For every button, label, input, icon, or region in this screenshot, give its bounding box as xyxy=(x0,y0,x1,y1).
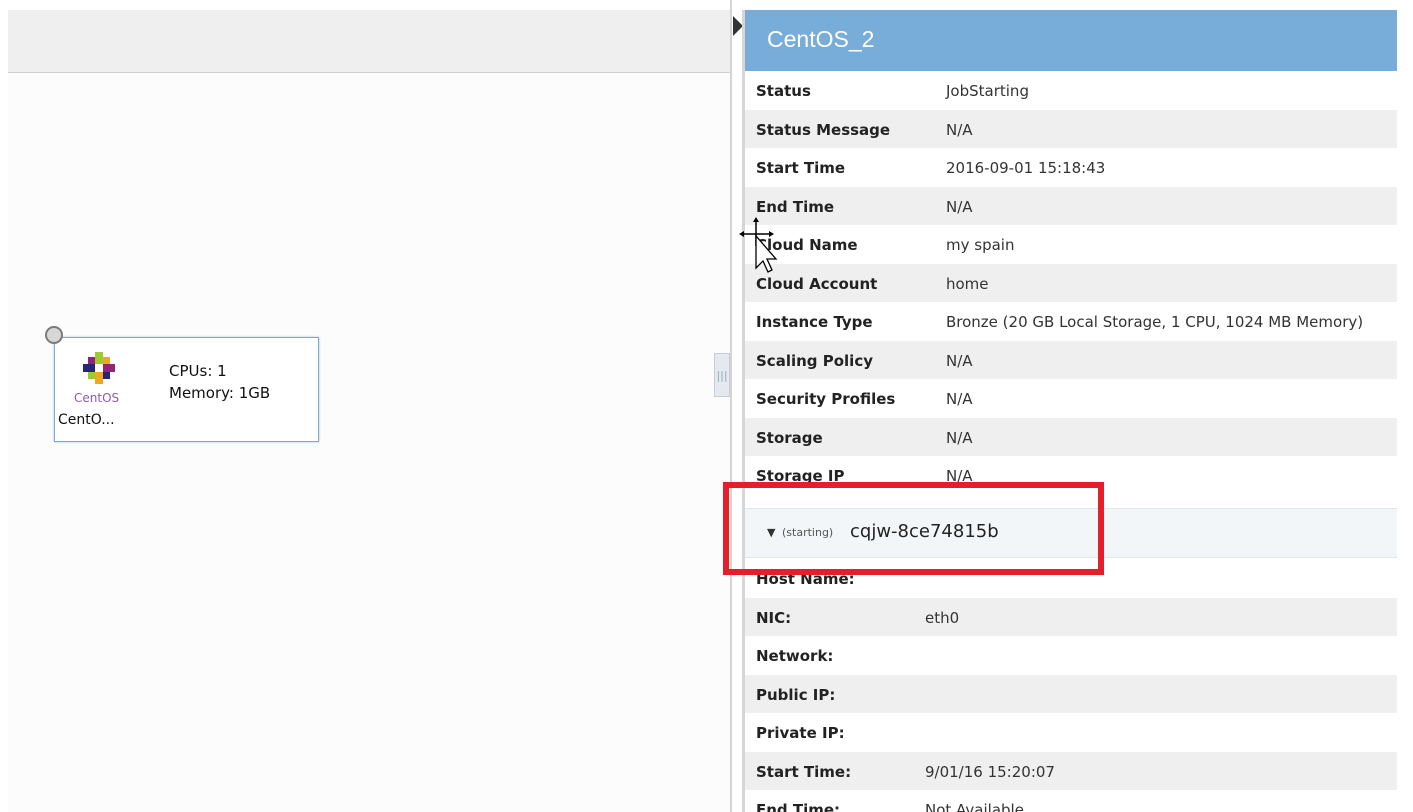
property-row: Cloud Name my spain xyxy=(745,225,1397,264)
details-panel: CentOS_2 Status JobStarting Status Messag… xyxy=(745,10,1397,812)
property-row: End Time N/A xyxy=(745,186,1397,225)
property-label: Network: xyxy=(756,647,834,665)
property-row: Scaling Policy N/A xyxy=(745,340,1397,379)
move-cursor-icon xyxy=(739,217,778,273)
property-label: Start Time: xyxy=(756,762,852,781)
node-memory: Memory: 1GB xyxy=(169,384,271,402)
property-label: Status Message xyxy=(756,120,891,139)
splitter-handle[interactable]: ||| xyxy=(714,353,730,397)
property-label: Status xyxy=(756,82,811,100)
property-value: N/A xyxy=(946,428,973,447)
instance-toggle[interactable]: ▼ (starting) cqjw-8ce74815b xyxy=(745,508,1397,558)
instance-name[interactable]: cqjw-8ce74815b xyxy=(850,521,999,542)
property-label: Private IP: xyxy=(756,724,845,742)
property-value: home xyxy=(946,274,989,293)
instance-property-row: Private IP: xyxy=(745,713,1397,752)
pane-splitter[interactable] xyxy=(730,0,732,812)
property-value: eth0 xyxy=(925,608,960,627)
panel-title: CentOS_2 xyxy=(767,26,875,52)
instance-property-row: Host Name: xyxy=(745,559,1397,598)
property-value: 2016-09-01 15:18:43 xyxy=(946,159,1106,177)
property-value: N/A xyxy=(946,120,973,139)
property-row: Storage IP N/A xyxy=(745,456,1397,495)
property-value: JobStarting xyxy=(946,82,1029,100)
property-label: Storage IP xyxy=(756,467,845,485)
property-label: Security Profiles xyxy=(756,390,896,408)
instance-property-row: Public IP: xyxy=(745,674,1397,713)
node-name: CentO... xyxy=(58,412,115,428)
property-value: Bronze (20 GB Local Storage, 1 CPU, 1024… xyxy=(946,313,1364,331)
property-row: Security Profiles N/A xyxy=(745,379,1397,418)
property-row: Status Message N/A xyxy=(745,109,1397,148)
node-connection-port[interactable] xyxy=(45,326,63,344)
node-cpus: CPUs: 1 xyxy=(169,362,227,380)
topology-canvas-pane: CentOS CentO... CPUs: 1 Memory: 1GB ||| xyxy=(0,0,732,812)
property-label: Scaling Policy xyxy=(756,351,873,370)
property-value: Not Available xyxy=(925,801,1024,812)
property-label: Storage xyxy=(756,428,823,447)
property-row: Status JobStarting xyxy=(745,71,1397,110)
property-value: N/A xyxy=(946,390,973,408)
property-label: End Time: xyxy=(756,801,841,812)
property-value: N/A xyxy=(946,197,973,216)
property-row: Storage N/A xyxy=(745,417,1397,456)
property-value: N/A xyxy=(946,351,973,370)
centos-logo-icon xyxy=(83,352,115,384)
property-label: Public IP: xyxy=(756,685,836,704)
instance-property-row: NIC: eth0 xyxy=(745,597,1397,636)
property-label: Start Time xyxy=(756,159,846,177)
property-value: 9/01/16 15:20:07 xyxy=(925,762,1055,781)
canvas-area[interactable] xyxy=(8,73,730,812)
property-row: Start Time 2016-09-01 15:18:43 xyxy=(745,148,1397,187)
property-value: my spain xyxy=(946,236,1015,254)
property-label: End Time xyxy=(756,197,835,216)
caret-down-icon[interactable]: ▼ xyxy=(767,526,775,539)
properties-table: Status JobStarting Status Message N/A Star… xyxy=(745,71,1397,495)
property-value: N/A xyxy=(946,467,973,485)
instance-property-row: Start Time: 9/01/16 15:20:07 xyxy=(745,751,1397,790)
instance-property-row: End Time: Not Available xyxy=(745,790,1397,812)
property-label: Host Name: xyxy=(756,570,855,588)
panel-header: CentOS_2 xyxy=(745,10,1397,71)
property-label: NIC: xyxy=(756,608,792,627)
property-row: Cloud Account home xyxy=(745,263,1397,302)
node-logo-text: CentOS xyxy=(74,391,120,405)
canvas-toolbar xyxy=(8,10,730,73)
property-label: Instance Type xyxy=(756,313,873,331)
centos-node-card[interactable]: CentOS CentO... CPUs: 1 Memory: 1GB xyxy=(54,337,319,442)
property-row: Instance Type Bronze (20 GB Local Storage… xyxy=(745,302,1397,341)
property-label: Cloud Account xyxy=(756,274,878,293)
instance-properties-table: Host Name: NIC: eth0 Network: Public IP: … xyxy=(745,559,1397,812)
instance-property-row: Network: xyxy=(745,636,1397,675)
instance-state: (starting) xyxy=(782,526,834,539)
